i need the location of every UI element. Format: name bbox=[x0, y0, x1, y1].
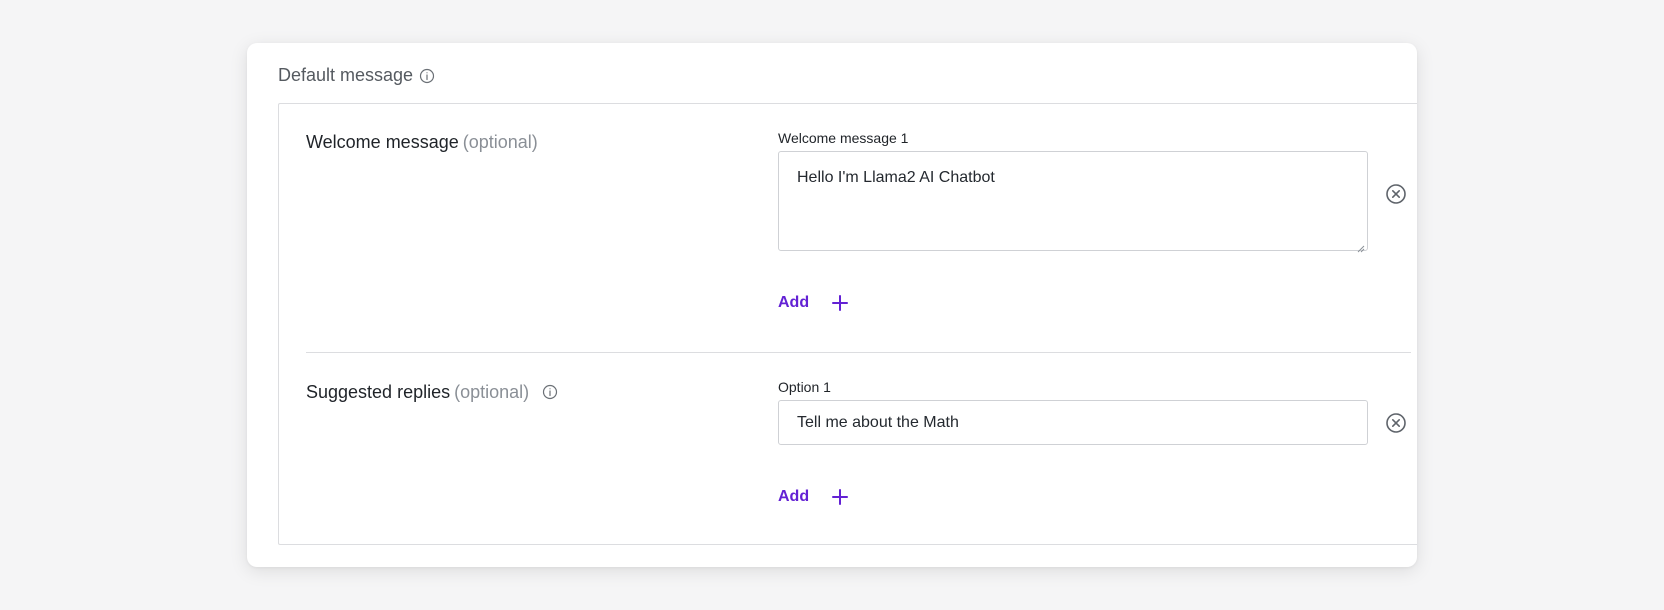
welcome-message-title: Welcome message bbox=[306, 132, 459, 152]
remove-option-button[interactable] bbox=[1385, 412, 1407, 434]
resize-grip-icon[interactable] bbox=[1357, 240, 1365, 253]
welcome-message-1-textarea[interactable]: Hello I'm Llama2 AI Chatbot bbox=[778, 151, 1368, 253]
option-1-value: Tell me about the Math bbox=[797, 414, 959, 431]
suggested-replies-label: Suggested replies (optional) bbox=[306, 382, 558, 403]
option-1-label: Option 1 bbox=[778, 379, 831, 395]
remove-welcome-message-button[interactable] bbox=[1385, 183, 1407, 205]
default-message-card: Default message Welcome message (optional… bbox=[247, 43, 1417, 567]
suggested-replies-title: Suggested replies bbox=[306, 382, 451, 402]
section-title: Default message bbox=[278, 65, 414, 85]
add-label: Add bbox=[778, 294, 810, 311]
welcome-message-label: Welcome message (optional) bbox=[306, 132, 538, 153]
row-divider bbox=[306, 352, 1411, 353]
plus-icon bbox=[831, 294, 849, 312]
option-1-input[interactable]: Tell me about the Math bbox=[778, 400, 1368, 445]
info-icon[interactable] bbox=[419, 68, 435, 84]
add-welcome-message-button[interactable]: Add bbox=[778, 294, 849, 312]
message-settings-panel: Welcome message (optional) Welcome messag… bbox=[278, 103, 1417, 545]
optional-tag: (optional) bbox=[462, 132, 538, 152]
section-header: Default message bbox=[278, 65, 435, 86]
close-circle-icon bbox=[1386, 184, 1406, 204]
add-option-button[interactable]: Add bbox=[778, 488, 849, 506]
plus-icon bbox=[831, 488, 849, 506]
welcome-message-1-label: Welcome message 1 bbox=[778, 130, 909, 146]
close-circle-icon bbox=[1386, 413, 1406, 433]
info-icon[interactable] bbox=[542, 384, 558, 400]
welcome-message-1-value: Hello I'm Llama2 AI Chatbot bbox=[797, 169, 995, 186]
optional-tag: (optional) bbox=[454, 382, 530, 402]
add-label: Add bbox=[778, 488, 810, 505]
